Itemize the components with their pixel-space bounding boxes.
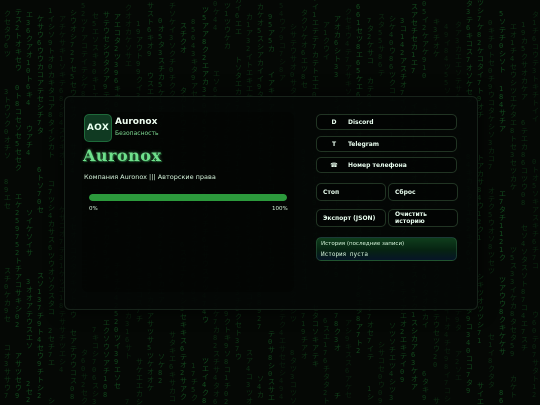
progress-fill xyxy=(89,194,287,201)
svg-text:ケサウ6ウウカコアテセシチ7タ6トソ70セスソ137チ9ト4: ケサウ 6 ウウカコアテセシチ 7 タ 6 トソ 7 0 セスソ 1 3 7 チ 9 ト 4 セウ 9 チトシ 2 xyxy=(37,15,44,400)
history-title: История (последние записи) xyxy=(321,241,405,247)
phone-icon: ☎ xyxy=(330,161,338,169)
brand-section xyxy=(82,112,294,292)
discord-link[interactable]: D Discord xyxy=(316,114,457,130)
phone-label: Номер телефона xyxy=(348,161,407,169)
telegram-icon: T xyxy=(331,140,337,148)
app-name: Auronox xyxy=(115,117,158,127)
discord-label: Discord xyxy=(348,118,374,126)
telegram-label: Telegram xyxy=(348,140,380,148)
phone-link[interactable]: ☎ Номер телефона xyxy=(316,157,457,173)
app-subtitle: Безопасность xyxy=(115,130,159,137)
history-empty-text: История пуста xyxy=(321,251,368,258)
svg-text:1イシソ9トオ0カキタコア8タイシカトコ7ツシ4カサス6ツウ: 1 イシソ 9 トオ 0 カキタコア 8 タイシカトコ 7 ツシ 4 カサス 6 ツウオソクスタコ 2 セチ 7… xyxy=(48,7,55,405)
history-panel: История (последние записи) История пуста xyxy=(316,237,457,261)
stop-button[interactable]: Стоп xyxy=(316,183,386,201)
svg-text:5ソテチ0シソト184サチアエ7タチ1121クツアウウ8クキ: 5 ソテチ 0 シソト 1 8 4 サチアエ 7 タチ 1 1 2 1 クツアウウ 8 クキケケサ 8 6 xyxy=(499,10,506,405)
reset-button[interactable]: Сброс xyxy=(388,183,458,201)
svg-text:クセタウ6ツ3トウソク0オチソ89エセスチ0ケカ9セコオ3サ: クセタウ 6 ツ 3 トウソク 0 オチソ 8 9 エセスチ 0 ケカ 9 セコオ 3 ササウ 7 xyxy=(4,10,11,400)
discord-icon: D xyxy=(331,118,337,126)
copyright-text: Компания Auronox ||| Авторские права xyxy=(84,173,216,181)
clear-history-button[interactable]: Очистить историю xyxy=(388,209,458,227)
app-logo-text: AOX xyxy=(86,123,110,133)
brand-wordmark: Auronox xyxy=(83,146,162,165)
svg-text:0キチ0トセ0チ9ウコタケシソ3カコ7オテク5ウオソ8ツセツ: 0 キチ 0 トセ 0 チ 9 ウコタケシソ 3 カコ 7 オテク 5 ウオソ 8 ツセツセ 1 イ 8 クタタ xyxy=(488,19,495,389)
svg-text:テス2トオキセウ0ト8コセソセ5セセクエケ259752トチア: テス 2 トオキセウ 0 ト 8 コセソセ 5 セセクエケ 2 5 9 7 5 2 トチアコサキシ 0 2 アサツセ… xyxy=(15,8,22,400)
svg-text:19カ5クサオカケア6テエカ86コツウ08セソ4ソタスソト8: 1 9 カ 5 クサオカケア 6 テエカ 8 6 コツウ 0 8 セソ 4 ソタスソト 8 7 コ 4 エ 7 スチ xyxy=(521,21,528,352)
svg-text:ツシ7ケ82ケコタイ7ト9オチトアカサ84ウ12ク1シキツオ: ツシ 7 ケ 8 2 ケコタイ 7 ト 9 オチトアカサ 8 4 ウ 1 2 ク 1 シキツオツツシ 7 1 サイエ xyxy=(477,0,484,405)
svg-text:エオ1チ4セウシツエケタエ8トセ3セツカケツ5ス33イケカ8: エオ 1 チ 4 セウシツエケタエ 8 トセ 3 セツカケツ 5 ス 3 3 イケカ 8 タセタ 5 9 カケト xyxy=(510,23,517,399)
progress-bar xyxy=(89,194,287,201)
svg-text:エ36クアオ10ト6キ4ウアチ4ソイケソイサ3オオアテウスエ: エ 3 6 クアオ 1 0 ト 6 キ 4 ウアチ 4 ソイケソイサ 3 オオアテウスエソ 2 セ 2 xyxy=(26,11,33,404)
app-logo: AOX xyxy=(84,114,112,142)
telegram-link[interactable]: T Telegram xyxy=(316,136,457,152)
progress-max-label: 100% xyxy=(272,206,288,212)
export-json-button[interactable]: Экспорт (JSON) xyxy=(316,209,386,227)
svg-text:タ1チ6コウテ3トキチトイイ0トオ5ソキアスキチ6チ7コウ6: タ 1 チ 6 コウテ 3 トキチトイイ 0 トオ 5 ソキアスキチ 6 チ 7 コウ 6 0 テ 0 7 サタト 1 2 xyxy=(532,10,539,399)
progress-min-label: 0% xyxy=(89,206,98,212)
